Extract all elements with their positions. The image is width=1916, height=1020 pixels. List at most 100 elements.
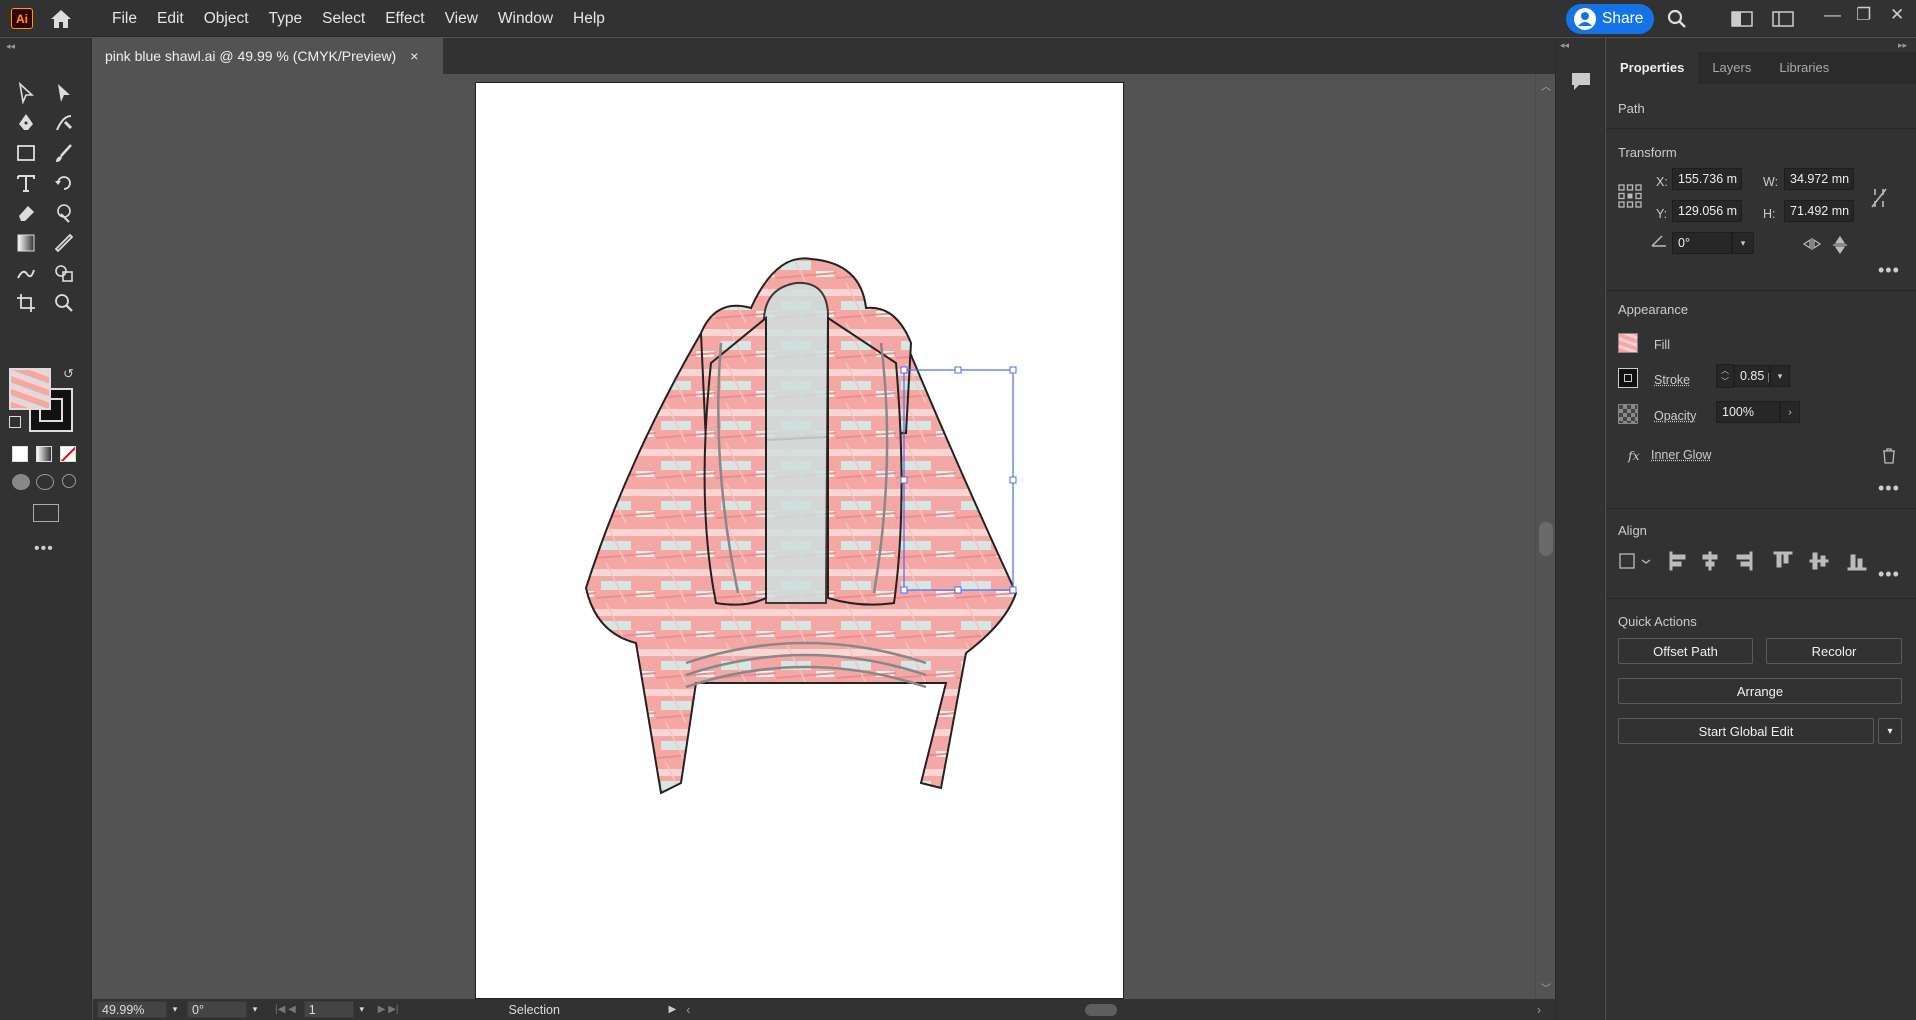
artboard-number-field[interactable]: 1	[303, 1001, 354, 1018]
stroke-stepper-icon[interactable]: ︿ ﹀	[1716, 364, 1734, 388]
scroll-down-icon[interactable]: ﹀	[1541, 980, 1551, 995]
close-window-icon[interactable]: ✕	[1890, 5, 1904, 25]
offset-path-button[interactable]: Offset Path	[1618, 638, 1753, 664]
rotation-field[interactable]: 0°	[187, 1001, 247, 1018]
horizontal-scrollbar[interactable]	[700, 1003, 1526, 1017]
workspace-icon[interactable]	[1731, 9, 1753, 29]
scroll-thumb[interactable]	[1539, 522, 1553, 556]
tab-layers[interactable]: Layers	[1698, 52, 1765, 84]
eyedropper-tool-icon[interactable]	[51, 230, 77, 256]
scroll-right-icon[interactable]: ›	[1537, 1003, 1541, 1017]
home-icon[interactable]	[48, 8, 74, 30]
tab-properties[interactable]: Properties	[1606, 52, 1699, 84]
trash-icon[interactable]	[1882, 448, 1896, 464]
gradient-mode-icon[interactable]	[36, 446, 52, 462]
brush-tool-icon[interactable]	[51, 140, 77, 166]
menu-effect[interactable]: Effect	[375, 10, 434, 28]
h-input[interactable]: 71.492 mn	[1784, 200, 1854, 222]
transform-more-icon[interactable]: •••	[1878, 260, 1900, 281]
collapse-icon[interactable]: ◂◂	[6, 41, 15, 52]
pen-tool-icon[interactable]	[13, 110, 39, 136]
align-more-icon[interactable]: •••	[1878, 564, 1900, 585]
shawl-artwork[interactable]	[476, 83, 1125, 1000]
zoom-tool-icon[interactable]	[51, 290, 77, 316]
stroke-color-swatch[interactable]	[1618, 368, 1638, 388]
flip-horizontal-icon[interactable]	[1802, 237, 1822, 251]
appearance-more-icon[interactable]: •••	[1878, 478, 1900, 499]
menu-edit[interactable]: Edit	[147, 10, 194, 28]
h-scroll-thumb[interactable]	[1085, 1003, 1118, 1016]
search-icon[interactable]	[1666, 9, 1688, 29]
comments-icon[interactable]	[1570, 70, 1592, 92]
collapse-panel-icon[interactable]: ▸▸	[1898, 40, 1907, 51]
rotate-tool-icon[interactable]	[51, 170, 77, 196]
draw-normal-icon[interactable]	[12, 474, 30, 490]
stroke-dropdown-icon[interactable]: ▾	[1770, 365, 1790, 387]
screen-mode-icon[interactable]	[33, 504, 59, 522]
share-button[interactable]: Share	[1566, 4, 1654, 34]
default-colors-icon[interactable]	[9, 416, 21, 428]
menu-object[interactable]: Object	[194, 10, 259, 28]
x-input[interactable]: 155.736 m	[1672, 168, 1742, 190]
vertical-scrollbar[interactable]: ︿ ﹀	[1535, 74, 1555, 999]
rotate-input[interactable]: 0°	[1672, 232, 1732, 254]
artboard[interactable]	[475, 82, 1124, 999]
puppet-warp-tool-icon[interactable]	[51, 200, 77, 226]
reference-point-icon[interactable]	[1618, 184, 1642, 208]
opacity-label[interactable]: Opacity	[1654, 409, 1696, 423]
next-artboard-icon[interactable]: ▶ ▶|	[378, 1004, 399, 1015]
menu-file[interactable]: File	[102, 10, 147, 28]
scroll-up-icon[interactable]: ︿	[1541, 78, 1551, 93]
none-mode-icon[interactable]	[60, 446, 76, 462]
status-menu-icon[interactable]: ▶	[669, 1004, 677, 1015]
draw-inside-icon[interactable]	[62, 474, 76, 488]
flip-vertical-icon[interactable]	[1832, 236, 1848, 254]
menu-type[interactable]: Type	[259, 10, 313, 28]
curvature-tool-icon[interactable]	[51, 110, 77, 136]
zoom-dropdown-icon[interactable]: ▾	[167, 1004, 183, 1015]
edit-toolbar-icon[interactable]: •••	[34, 540, 54, 558]
stroke-label[interactable]: Stroke	[1654, 373, 1690, 387]
global-edit-dropdown-icon[interactable]: ▾	[1878, 718, 1902, 744]
menu-window[interactable]: Window	[488, 10, 563, 28]
scroll-left-icon[interactable]: ‹	[686, 1003, 690, 1017]
symbol-sprayer-tool-icon[interactable]	[13, 260, 39, 286]
minimize-icon[interactable]: —	[1824, 5, 1841, 25]
eraser-tool-icon[interactable]	[13, 200, 39, 226]
fill-color-swatch[interactable]	[1618, 333, 1638, 353]
rectangle-tool-icon[interactable]	[13, 140, 39, 166]
document-tab[interactable]: pink blue shawl.ai @ 49.99 % (CMYK/Previ…	[93, 38, 443, 74]
constrain-proportions-icon[interactable]	[1870, 187, 1888, 209]
direct-selection-tool-icon[interactable]	[51, 80, 77, 106]
menu-view[interactable]: View	[435, 10, 488, 28]
arrange-button[interactable]: Arrange	[1618, 678, 1902, 704]
swap-colors-icon[interactable]: ↺	[63, 366, 74, 382]
type-tool-icon[interactable]	[13, 170, 39, 196]
y-input[interactable]: 129.056 m	[1672, 200, 1742, 222]
menu-select[interactable]: Select	[312, 10, 375, 28]
color-mode-icon[interactable]	[12, 446, 28, 462]
zoom-field[interactable]: 49.99%	[97, 1001, 167, 1018]
start-global-edit-button[interactable]: Start Global Edit	[1618, 718, 1874, 744]
restore-icon[interactable]: ❐	[1856, 5, 1871, 25]
current-tool-status[interactable]: Selection	[509, 1003, 669, 1017]
inner-glow-effect[interactable]: Inner Glow	[1651, 448, 1711, 462]
draw-behind-icon[interactable]	[36, 474, 54, 490]
artboard-tool-icon[interactable]	[13, 290, 39, 316]
rotation-dropdown-icon[interactable]: ▾	[247, 1004, 263, 1015]
menu-help[interactable]: Help	[563, 10, 615, 28]
canvas[interactable]	[93, 74, 1535, 999]
recolor-button[interactable]: Recolor	[1766, 638, 1902, 664]
shape-builder-tool-icon[interactable]	[51, 260, 77, 286]
fx-icon[interactable]: fx	[1628, 448, 1640, 463]
artboard-dropdown-icon[interactable]: ▾	[354, 1004, 370, 1015]
arrange-documents-icon[interactable]	[1772, 9, 1794, 29]
fill-swatch[interactable]	[9, 368, 51, 410]
expand-panel-icon[interactable]: ◂◂	[1560, 40, 1569, 51]
rotate-dropdown-icon[interactable]: ▾	[1732, 232, 1754, 254]
gradient-tool-icon[interactable]	[13, 230, 39, 256]
opacity-arrow-icon[interactable]: ›	[1780, 401, 1800, 423]
selection-tool-icon[interactable]	[13, 80, 39, 106]
stroke-weight-input[interactable]: 0.85 p	[1734, 365, 1770, 387]
opacity-swatch[interactable]	[1618, 404, 1638, 424]
